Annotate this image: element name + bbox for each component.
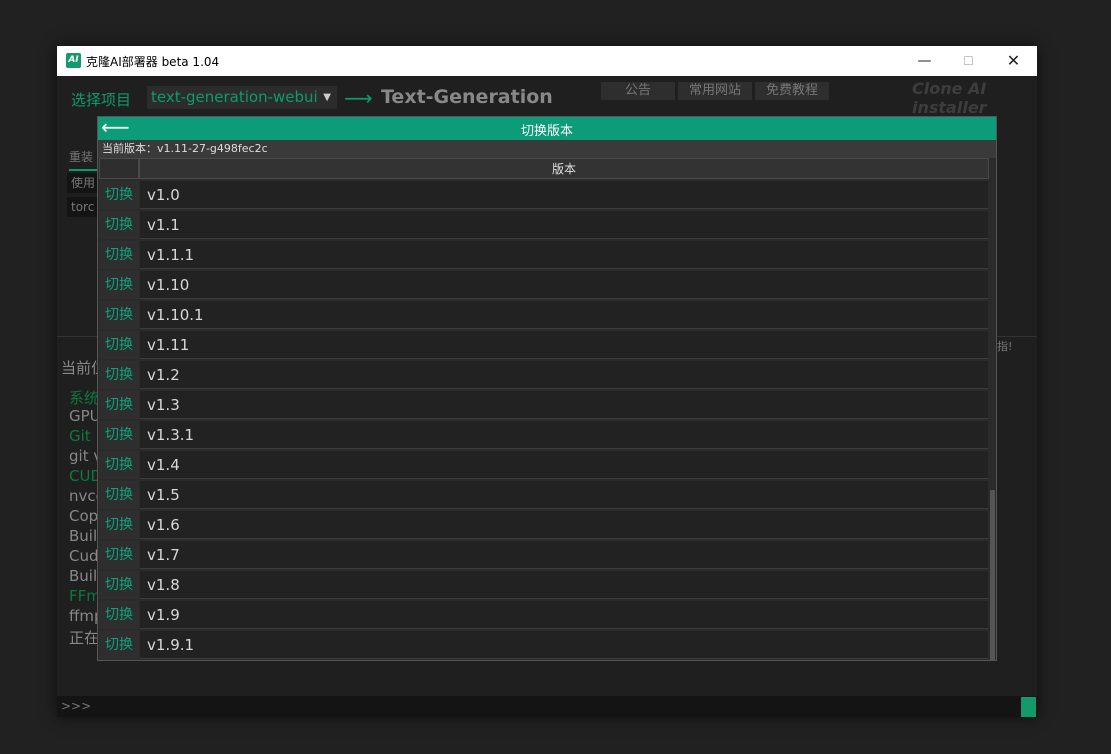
switch-button[interactable]: 切换 xyxy=(99,361,139,389)
version-cell: v1.7 xyxy=(140,541,988,569)
arrow-right-icon: ⟶ xyxy=(344,86,373,110)
project-select[interactable]: text-generation-webui ▼ xyxy=(147,86,337,109)
switch-button[interactable]: 切换 xyxy=(99,601,139,629)
table-row: 切换 v1.9.1 xyxy=(99,631,988,659)
log-line: 正在 xyxy=(69,629,100,647)
version-cell: v1.9.1 xyxy=(140,631,988,659)
brand-logo: Clone AI installer xyxy=(912,79,987,117)
switch-button[interactable]: 切换 xyxy=(99,421,139,449)
version-cell: v1.1.1 xyxy=(140,241,988,269)
version-cell: v1.10.1 xyxy=(140,301,988,329)
version-cell: v1.4 xyxy=(140,451,988,479)
tab-common-sites[interactable]: 常用网站 xyxy=(678,82,752,100)
log-line: Cop xyxy=(69,507,99,525)
scrollbar[interactable] xyxy=(989,158,996,660)
title-bar: AI 克隆AI部署器 beta 1.04 — ☐ ✕ xyxy=(57,46,1037,76)
right-fragment: 指! xyxy=(997,340,1013,353)
table-row: 切换 v1.6 xyxy=(99,511,988,539)
header-blank-cell xyxy=(99,158,139,179)
log-line: Git xyxy=(69,427,91,445)
switch-button[interactable]: 切换 xyxy=(99,301,139,329)
switch-button[interactable]: 切换 xyxy=(99,631,139,659)
version-cell: v1.8 xyxy=(140,571,988,599)
version-cell: v1.3 xyxy=(140,391,988,419)
switch-button[interactable]: 切换 xyxy=(99,571,139,599)
version-cell: v1.3.1 xyxy=(140,421,988,449)
version-cell: v1.10 xyxy=(140,271,988,299)
switch-button[interactable]: 切换 xyxy=(99,511,139,539)
switch-button[interactable]: 切换 xyxy=(99,181,139,209)
version-cell: v1.2 xyxy=(140,361,988,389)
version-cell: v1.9 xyxy=(140,601,988,629)
table-row: 切换 v1.1 xyxy=(99,211,988,239)
app-logo-icon: AI xyxy=(66,53,81,68)
table-row: 切换 v1.0 xyxy=(99,181,988,209)
tab-announcement[interactable]: 公告 xyxy=(601,82,675,100)
switch-button[interactable]: 切换 xyxy=(99,541,139,569)
table-row: 切换 v1.11 xyxy=(99,331,988,359)
switch-button[interactable]: 切换 xyxy=(99,241,139,269)
dialog-title: 切换版本 xyxy=(520,124,573,139)
table-row: 切换 v1.3 xyxy=(99,391,988,419)
table-row: 切换 v1.5 xyxy=(99,481,988,509)
switch-button[interactable]: 切换 xyxy=(99,331,139,359)
console-submit-button[interactable] xyxy=(1021,697,1036,717)
table-row: 切换 v1.7 xyxy=(99,541,988,569)
chevron-down-icon: ▼ xyxy=(323,92,331,103)
table-row: 切换 v1.10 xyxy=(99,271,988,299)
version-cell: v1.5 xyxy=(140,481,988,509)
table-header: 版本 xyxy=(99,158,989,180)
log-line: GPU xyxy=(69,407,101,425)
window-title: 克隆AI部署器 beta 1.04 xyxy=(86,55,220,69)
table-row: 切换 v1.4 xyxy=(99,451,988,479)
current-version-label: 当前版本：v1.11-27-g498fec2c xyxy=(98,140,996,158)
table-row: 切换 v1.10.1 xyxy=(99,301,988,329)
version-cell: v1.11 xyxy=(140,331,988,359)
version-switch-dialog: ⟵ 切换版本 当前版本：v1.11-27-g498fec2c 版本 切换 v1.0… xyxy=(97,116,997,661)
switch-button[interactable]: 切换 xyxy=(99,481,139,509)
close-button[interactable]: ✕ xyxy=(991,46,1036,76)
switch-button[interactable]: 切换 xyxy=(99,211,139,239)
version-cell: v1.0 xyxy=(140,181,988,209)
switch-button[interactable]: 切换 xyxy=(99,271,139,299)
tab-free-tutorials[interactable]: 免费教程 xyxy=(755,82,829,100)
project-select-value: text-generation-webui xyxy=(151,88,318,106)
version-cell: v1.1 xyxy=(140,211,988,239)
dialog-header: ⟵ 切换版本 xyxy=(98,116,996,140)
switch-button[interactable]: 切换 xyxy=(99,451,139,479)
scrollbar-thumb[interactable] xyxy=(990,490,995,660)
switch-button[interactable]: 切换 xyxy=(99,391,139,419)
version-cell: v1.6 xyxy=(140,511,988,539)
minimize-button[interactable]: — xyxy=(902,46,947,76)
table-row: 切换 v1.8 xyxy=(99,571,988,599)
project-heading: Text-Generation xyxy=(381,86,553,108)
table-row: 切换 v1.3.1 xyxy=(99,421,988,449)
table-row: 切换 v1.2 xyxy=(99,361,988,389)
table-row: 切换 v1.1.1 xyxy=(99,241,988,269)
select-project-label: 选择项目 xyxy=(71,91,132,109)
maximize-button[interactable]: ☐ xyxy=(946,46,991,76)
table-row: 切换 v1.9 xyxy=(99,601,988,629)
console-input[interactable]: >>> xyxy=(57,696,1037,717)
column-header-version: 版本 xyxy=(139,158,989,179)
log-line: 系统 xyxy=(69,389,100,407)
